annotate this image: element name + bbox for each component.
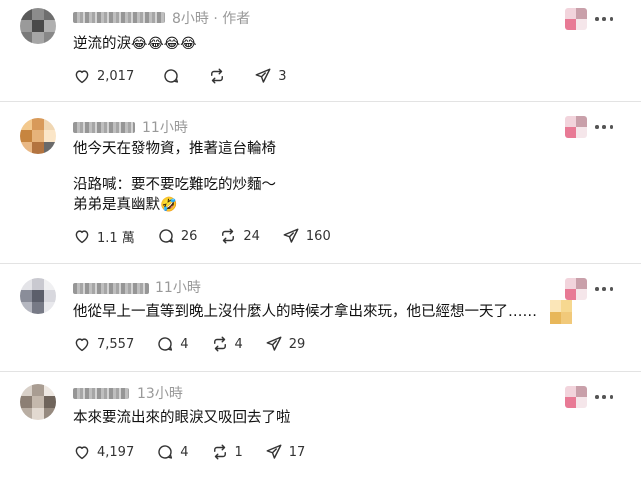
timestamp: 13小時	[137, 386, 183, 402]
comment-bubble-icon	[164, 69, 179, 83]
attached-image-thumbnail[interactable]	[550, 300, 572, 324]
heart-icon	[75, 70, 89, 84]
action-bar: 4,197 4 1 17	[73, 442, 327, 462]
like-count: 7,557	[97, 336, 135, 352]
action-bar: 1.1 萬 26 24 160	[73, 226, 353, 246]
comment-bubble-icon	[159, 229, 173, 243]
username[interactable]	[73, 283, 149, 294]
comment-text-line: 本來要流出來的眼淚又吸回去了啦	[73, 410, 291, 426]
like-button[interactable]: 7,557	[73, 335, 134, 353]
share-paper-plane-icon	[283, 228, 299, 243]
avatar[interactable]	[20, 278, 56, 314]
comment-post: 11小時 他今天在發物資，推著這台輪椅 沿路喊：要不要吃難吃的炒麵～ 弟弟是真幽…	[0, 102, 641, 264]
username[interactable]	[73, 388, 129, 399]
more-dots-icon[interactable]	[595, 282, 613, 296]
heart-icon	[75, 230, 89, 244]
share-paper-plane-icon	[266, 336, 282, 351]
timestamp: 8小時 · 作者	[172, 8, 250, 28]
comment-text: 弟弟是真幽默🤣	[73, 195, 177, 215]
share-button[interactable]: 160	[282, 227, 331, 245]
like-button[interactable]: 1.1 萬	[73, 227, 135, 246]
share-paper-plane-icon	[255, 68, 271, 83]
more-dots-icon[interactable]	[595, 120, 613, 134]
repost-arrows-icon	[213, 444, 226, 460]
rolling-laughing-emoji: 🤣	[160, 197, 178, 213]
repost-button[interactable]	[208, 67, 232, 85]
comment-button[interactable]: 26	[157, 227, 198, 245]
repost-button[interactable]: 1	[211, 443, 243, 461]
username[interactable]	[73, 12, 165, 23]
more-dots-icon[interactable]	[595, 390, 613, 404]
comment-text: 逆流的淚😂😂😂😂	[73, 34, 196, 54]
share-count: 160	[305, 228, 331, 244]
heart-icon	[75, 338, 89, 352]
comment-post: 11小時 他從早上一直等到晚上沒什麼人的時候才拿出來玩，他已經想一天了…… 7,…	[0, 264, 641, 372]
avatar[interactable]	[20, 118, 56, 154]
comment-bubble-icon	[158, 445, 173, 459]
profile-thumbnail[interactable]	[565, 8, 587, 30]
comment-button[interactable]: 4	[156, 335, 189, 353]
comment-text-line: 他今天在發物資，推著這台輪椅	[73, 141, 276, 157]
share-button[interactable]: 17	[265, 443, 306, 461]
username[interactable]	[73, 122, 135, 133]
comment-post: 13小時 本來要流出來的眼淚又吸回去了啦 4,197 4 1 17	[0, 372, 641, 481]
like-button[interactable]: 2,017	[73, 67, 134, 85]
like-count: 4,197	[97, 444, 135, 460]
comment-button[interactable]	[162, 67, 186, 85]
share-button[interactable]: 29	[265, 335, 306, 353]
profile-thumbnail[interactable]	[565, 278, 587, 300]
comment-line: 逆流的淚	[73, 36, 131, 52]
repost-count: 24	[243, 228, 260, 244]
avatar[interactable]	[20, 8, 56, 44]
repost-arrows-icon	[222, 228, 235, 244]
action-bar: 7,557 4 4 29	[73, 334, 327, 354]
comment-feed: 8小時 · 作者 逆流的淚😂😂😂😂 2,017 3 11小時 他今天在發物資，推…	[0, 0, 641, 481]
timestamp-text: 8小時	[172, 11, 209, 27]
share-count: 29	[288, 336, 306, 352]
repost-count: 4	[234, 336, 243, 352]
share-count: 17	[288, 444, 306, 460]
share-count: 3	[278, 68, 287, 84]
like-count: 1.1 萬	[97, 230, 135, 246]
comment-count: 4	[180, 444, 189, 460]
share-button[interactable]: 3	[254, 67, 287, 85]
comment-post: 8小時 · 作者 逆流的淚😂😂😂😂 2,017 3	[0, 0, 641, 102]
repost-arrows-icon	[213, 336, 226, 352]
comment-count: 26	[180, 228, 198, 244]
profile-thumbnail[interactable]	[565, 116, 587, 138]
heart-icon	[75, 446, 89, 460]
action-bar: 2,017 3	[73, 66, 309, 86]
share-paper-plane-icon	[266, 444, 282, 459]
timestamp: 11小時	[155, 280, 201, 296]
comment-text-line: 沿路喊：要不要吃難吃的炒麵～	[73, 177, 276, 193]
laughing-emoji: 😂😂😂😂	[131, 36, 197, 52]
repost-button[interactable]: 4	[211, 335, 243, 353]
avatar[interactable]	[20, 384, 56, 420]
comment-bubble-icon	[158, 337, 173, 351]
like-count: 2,017	[97, 68, 135, 84]
comment-line: 弟弟是真幽默	[73, 197, 160, 213]
comment-count: 4	[180, 336, 189, 352]
repost-count: 1	[234, 444, 243, 460]
author-badge: · 作者	[213, 11, 251, 27]
profile-thumbnail[interactable]	[565, 386, 587, 408]
comment-text-line: 他從早上一直等到晚上沒什麼人的時候才拿出來玩，他已經想一天了……	[73, 304, 537, 320]
timestamp: 11小時	[142, 120, 188, 136]
repost-arrows-icon	[211, 68, 224, 84]
more-dots-icon[interactable]	[595, 12, 613, 26]
like-button[interactable]: 4,197	[73, 443, 134, 461]
comment-button[interactable]: 4	[156, 443, 189, 461]
repost-button[interactable]: 24	[219, 227, 260, 245]
